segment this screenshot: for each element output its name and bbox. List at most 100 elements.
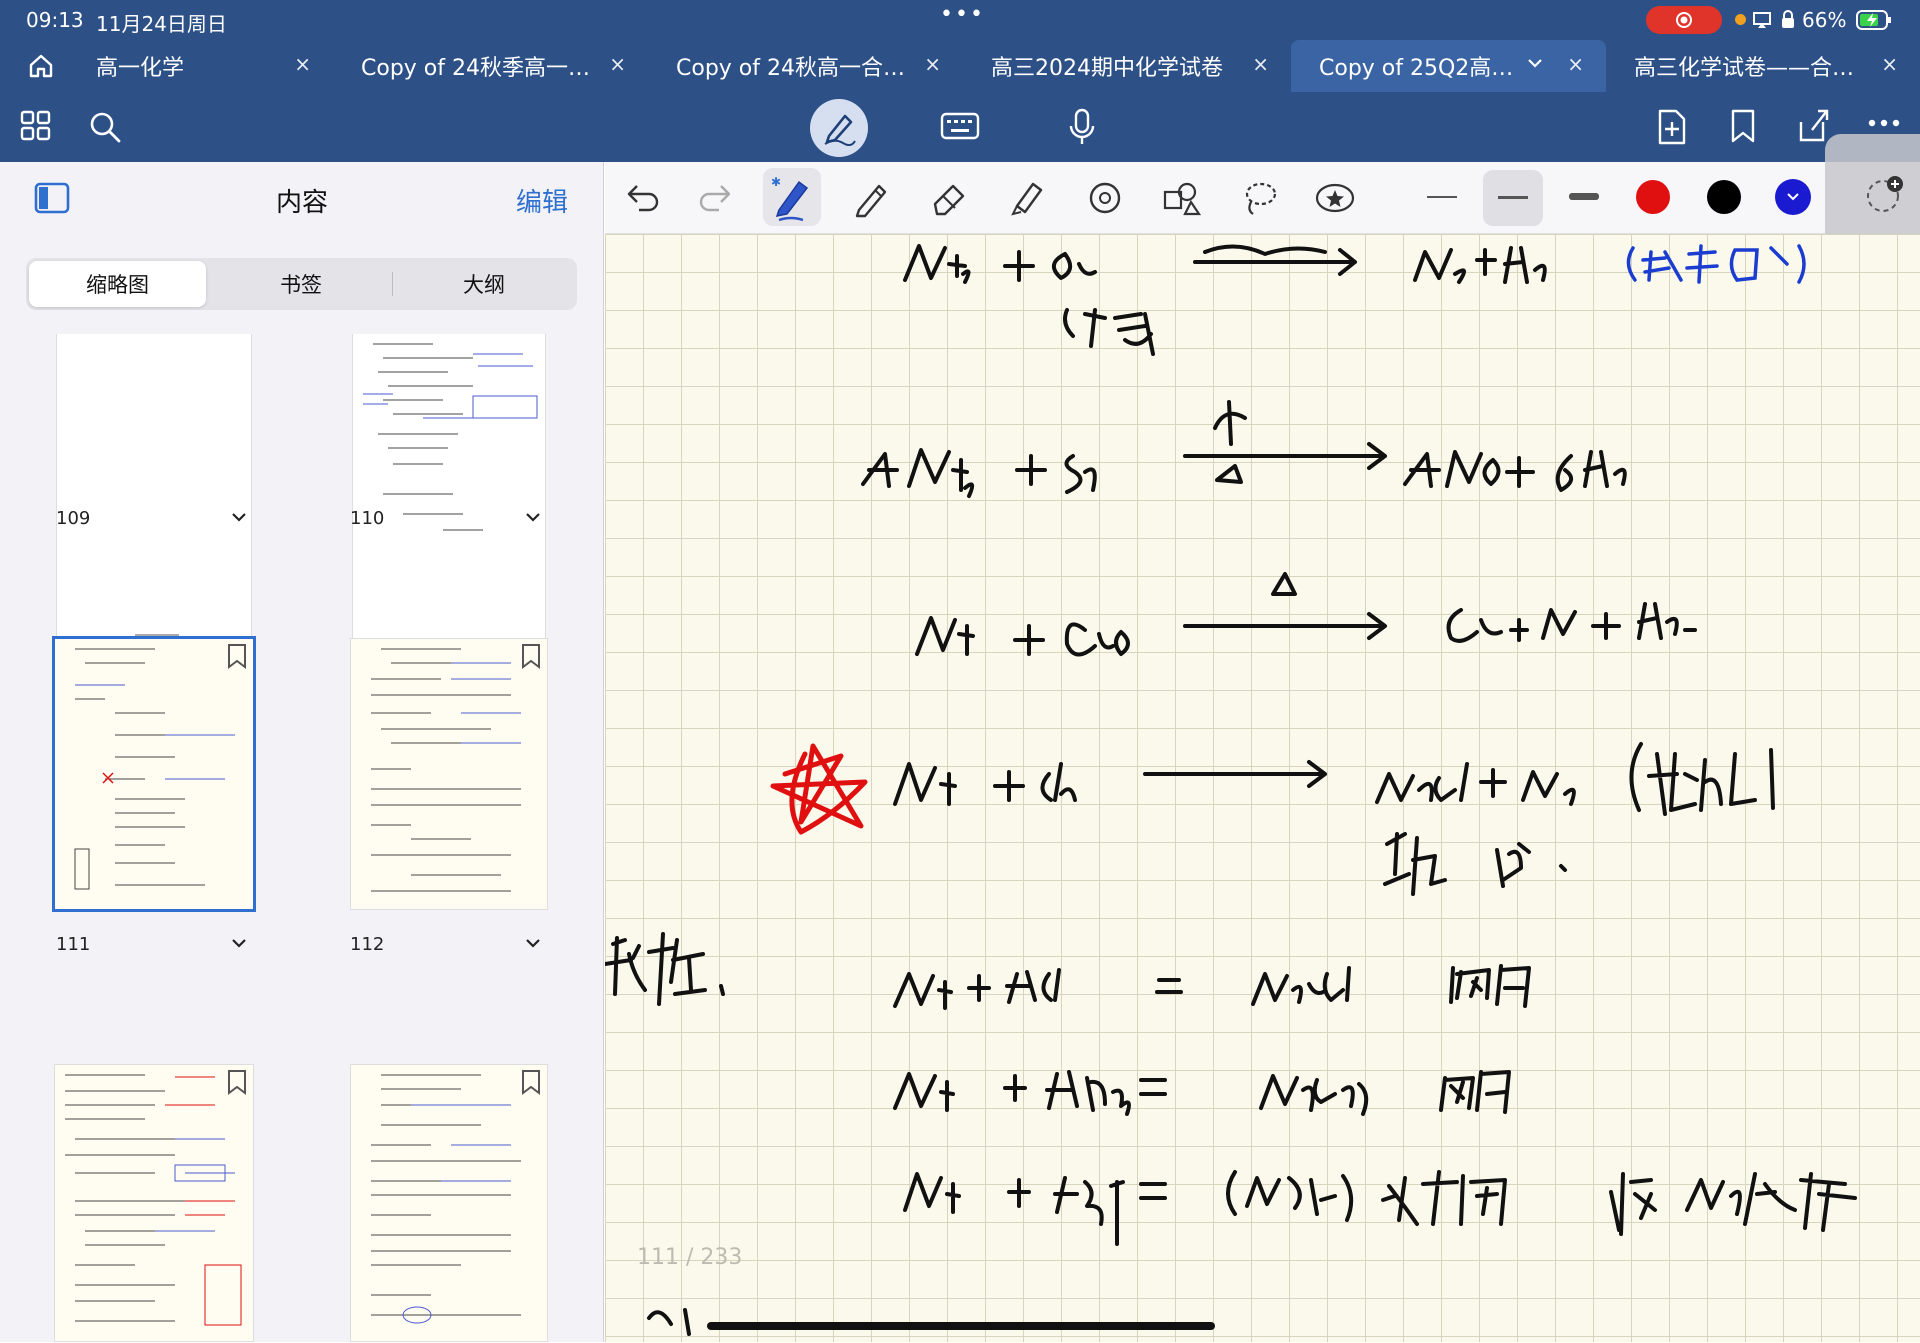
elements-icon[interactable] xyxy=(1161,178,1203,218)
tab-label: 高三2024期中化学试卷 xyxy=(991,56,1223,81)
close-icon[interactable]: × xyxy=(924,52,941,76)
status-bar: 09:13 11月24日周日 ••• 66% xyxy=(0,0,1920,40)
tab-label: Copy of 25Q2高… xyxy=(1319,56,1514,81)
tab-3[interactable]: Copy of 24秋高一合… × xyxy=(648,40,963,92)
tab-5-active[interactable]: Copy of 25Q2高… × xyxy=(1291,40,1606,92)
segment-thumbnails[interactable]: 缩略图 xyxy=(29,261,206,307)
ink-line-3 xyxy=(915,572,1697,657)
close-icon[interactable]: × xyxy=(609,52,626,76)
page-number: 110 xyxy=(350,508,385,529)
tab-1[interactable]: 高一化学 × xyxy=(70,40,333,92)
ink-line-6 xyxy=(893,964,1531,1010)
color-red-swatch[interactable] xyxy=(1636,180,1670,214)
tab-label: 高一化学 xyxy=(96,56,185,81)
eraser-icon[interactable] xyxy=(929,178,969,218)
highlighter-icon[interactable] xyxy=(1007,178,1047,218)
bookmark-icon[interactable] xyxy=(521,1069,541,1095)
chevron-down-icon[interactable] xyxy=(1526,54,1544,72)
tab-4[interactable]: 高三2024期中化学试卷 × xyxy=(963,40,1291,92)
page-thumbnail-112[interactable] xyxy=(350,638,548,910)
tab-label: Copy of 24秋高一合… xyxy=(676,56,905,81)
page-thumbnail-113[interactable] xyxy=(54,1064,254,1342)
page-thumbnail-111-selected[interactable] xyxy=(52,636,256,912)
sticker-icon[interactable] xyxy=(1313,178,1357,218)
pencil-icon[interactable] xyxy=(851,178,891,218)
close-icon[interactable]: × xyxy=(1252,52,1269,76)
keyboard-icon[interactable] xyxy=(940,112,980,140)
handwriting-mode-icon[interactable] xyxy=(810,99,868,157)
tab-2[interactable]: Copy of 24秋季高一… × xyxy=(333,40,648,92)
red-star-mark xyxy=(770,743,868,835)
battery-percent: 66% xyxy=(1802,8,1847,32)
pen-toolbar: ✱ xyxy=(605,134,1920,252)
scribble-preview xyxy=(65,1074,242,1326)
sidebar: 内容 编辑 缩略图 书签 大纲 109 110 111 112 xyxy=(0,162,604,1342)
undo-icon[interactable] xyxy=(625,182,661,212)
bookmark-icon[interactable] xyxy=(1730,108,1756,144)
ink-line-5 xyxy=(605,932,725,1006)
share-icon[interactable] xyxy=(1796,106,1832,144)
document-tabs: 高一化学 × Copy of 24秋季高一… × Copy of 24秋高一合…… xyxy=(0,40,1920,92)
page-thumbnail-109[interactable] xyxy=(56,334,252,652)
segmented-control: 缩略图 书签 大纲 xyxy=(26,258,577,310)
close-icon[interactable]: × xyxy=(1881,52,1898,76)
page-thumbnail-110[interactable] xyxy=(352,334,546,652)
fountain-pen-icon[interactable]: ✱ xyxy=(763,168,821,226)
ink-line-7 xyxy=(893,1070,1511,1116)
home-indicator[interactable] xyxy=(707,1322,1215,1330)
segment-outline[interactable]: 大纲 xyxy=(394,261,574,307)
close-icon[interactable]: × xyxy=(294,52,311,76)
airplay-icon xyxy=(1752,11,1772,29)
tab-label: Copy of 24秋季高一… xyxy=(361,56,590,81)
color-black-swatch[interactable] xyxy=(1707,180,1741,214)
scribble-preview xyxy=(363,343,538,531)
svg-text:✱: ✱ xyxy=(771,175,781,189)
add-color-icon[interactable] xyxy=(1863,174,1905,216)
color-blue-swatch-selected[interactable] xyxy=(1775,179,1811,215)
scribble-preview xyxy=(74,648,235,890)
bookmark-icon[interactable] xyxy=(521,643,541,669)
mic-indicator-icon xyxy=(1735,14,1746,25)
page-number: 109 xyxy=(56,508,91,529)
ink-line-9 xyxy=(647,1308,691,1336)
bookmark-icon[interactable] xyxy=(227,643,247,669)
multitask-dots-icon[interactable]: ••• xyxy=(940,2,985,27)
lasso-icon[interactable] xyxy=(1239,178,1279,218)
segment-bookmarks[interactable]: 书签 xyxy=(210,261,392,307)
edit-button[interactable]: 编辑 xyxy=(516,182,568,219)
ink-line-2 xyxy=(861,400,1627,498)
more-icon[interactable] xyxy=(1868,118,1900,128)
note-canvas[interactable]: 111 / 233 xyxy=(605,234,1920,1342)
ink-line-1b xyxy=(1063,308,1155,356)
divider xyxy=(392,272,393,296)
chevron-down-icon[interactable] xyxy=(524,934,542,952)
add-page-icon[interactable] xyxy=(1657,108,1687,146)
scribble-preview xyxy=(371,1074,521,1324)
microphone-icon[interactable] xyxy=(1068,108,1096,146)
page-thumbnail-114[interactable] xyxy=(350,1064,548,1342)
chevron-down-icon[interactable] xyxy=(524,508,542,526)
blue-annotation xyxy=(1626,244,1806,284)
ink-line-4 xyxy=(893,742,1775,816)
tab-6[interactable]: 高三化学试卷——合… × xyxy=(1606,40,1920,92)
close-icon[interactable]: × xyxy=(1567,52,1584,76)
bookmark-icon[interactable] xyxy=(227,1069,247,1095)
thin-stroke-option[interactable] xyxy=(1427,196,1457,198)
redo-icon[interactable] xyxy=(697,182,733,212)
scribble-preview xyxy=(371,648,521,892)
clock: 09:13 xyxy=(26,8,84,32)
chevron-down-icon[interactable] xyxy=(230,508,248,526)
medium-stroke-option-selected[interactable] xyxy=(1483,170,1543,226)
lock-rotation-icon xyxy=(1780,10,1796,30)
shape-tool-icon[interactable] xyxy=(1085,178,1125,218)
chevron-down-icon[interactable] xyxy=(230,934,248,952)
battery-icon xyxy=(1856,10,1892,30)
search-icon[interactable] xyxy=(88,110,122,144)
screen-record-icon[interactable] xyxy=(1646,6,1722,34)
grid-icon[interactable] xyxy=(20,110,52,142)
home-icon[interactable] xyxy=(28,53,54,79)
sidebar-title: 内容 xyxy=(275,188,328,218)
thick-stroke-option[interactable] xyxy=(1569,193,1599,200)
ink-line-1 xyxy=(903,244,1547,284)
ink-line-4b xyxy=(1383,832,1567,896)
